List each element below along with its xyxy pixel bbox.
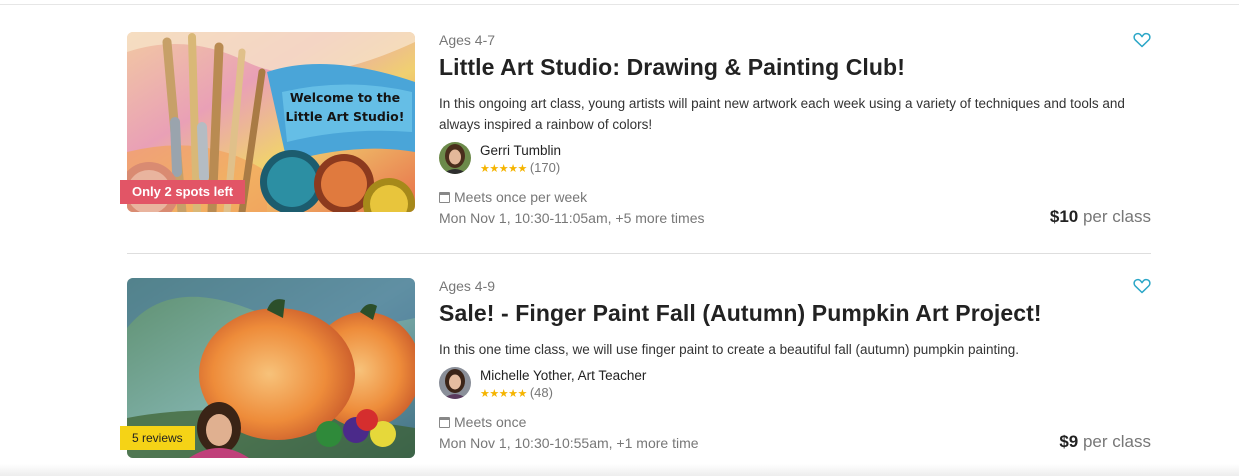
star-rating-icon: ★★★★★ [480,388,527,400]
price-amount: $10 [1049,207,1079,226]
class-price: $9 per class [1059,432,1151,452]
meeting-frequency-label: Meets once per week [454,189,588,205]
teacher-rating: ★★★★★ (170) [480,160,560,175]
class-schedule: Mon Nov 1, 10:30-10:55am, +1 more time [439,435,699,451]
listing-divider [127,253,1151,254]
top-divider [0,4,1239,5]
teacher-name[interactable]: Michelle Yother, Art Teacher [480,368,646,383]
class-price: $10 per class [1050,207,1151,227]
teacher-rating: ★★★★★ (48) [480,385,553,400]
calendar-icon [439,417,450,428]
review-count: (170) [529,160,561,175]
reviews-badge: 5 reviews [120,426,195,450]
class-title[interactable]: Sale! - Finger Paint Fall (Autumn) Pumpk… [439,300,1042,327]
price-unit: per class [1082,432,1151,451]
bottom-shadow [0,464,1239,476]
favorite-heart-icon[interactable] [1133,32,1151,48]
teacher-avatar[interactable] [439,367,471,399]
class-info: Ages 4-7 Little Art Studio: Drawing & Pa… [439,32,1151,226]
review-count: (48) [529,385,553,400]
class-description: In this ongoing art class, young artists… [439,96,1125,132]
age-range: Ages 4-9 [439,278,496,294]
class-info: Ages 4-9 Sale! - Finger Paint Fall (Autu… [439,278,1151,458]
meeting-frequency: Meets once per week [439,189,587,205]
class-listing-card[interactable]: Welcome to the Little Art Studio! Only 2… [120,32,1151,226]
calendar-icon [439,192,450,203]
class-listing-card[interactable]: 5 reviews Ages 4-9 Sale! - Finger Paint … [120,278,1151,458]
class-schedule: Mon Nov 1, 10:30-11:05am, +5 more times [439,210,705,226]
age-range: Ages 4-7 [439,32,496,48]
teacher-name[interactable]: Gerri Tumblin [480,143,561,158]
meeting-frequency: Meets once [439,414,526,430]
class-title[interactable]: Little Art Studio: Drawing & Painting Cl… [439,54,905,81]
price-unit: per class [1082,207,1151,226]
meeting-frequency-label: Meets once [454,414,527,430]
image-caption-line2: Little Art Studio! [286,109,405,124]
spots-left-badge: Only 2 spots left [120,180,246,204]
image-caption-line1: Welcome to the [290,90,400,105]
class-description: In this one time class, we will use fing… [439,342,1020,357]
price-amount: $9 [1059,432,1079,451]
favorite-heart-icon[interactable] [1133,278,1151,294]
teacher-avatar[interactable] [439,142,471,174]
star-rating-icon: ★★★★★ [480,163,527,175]
